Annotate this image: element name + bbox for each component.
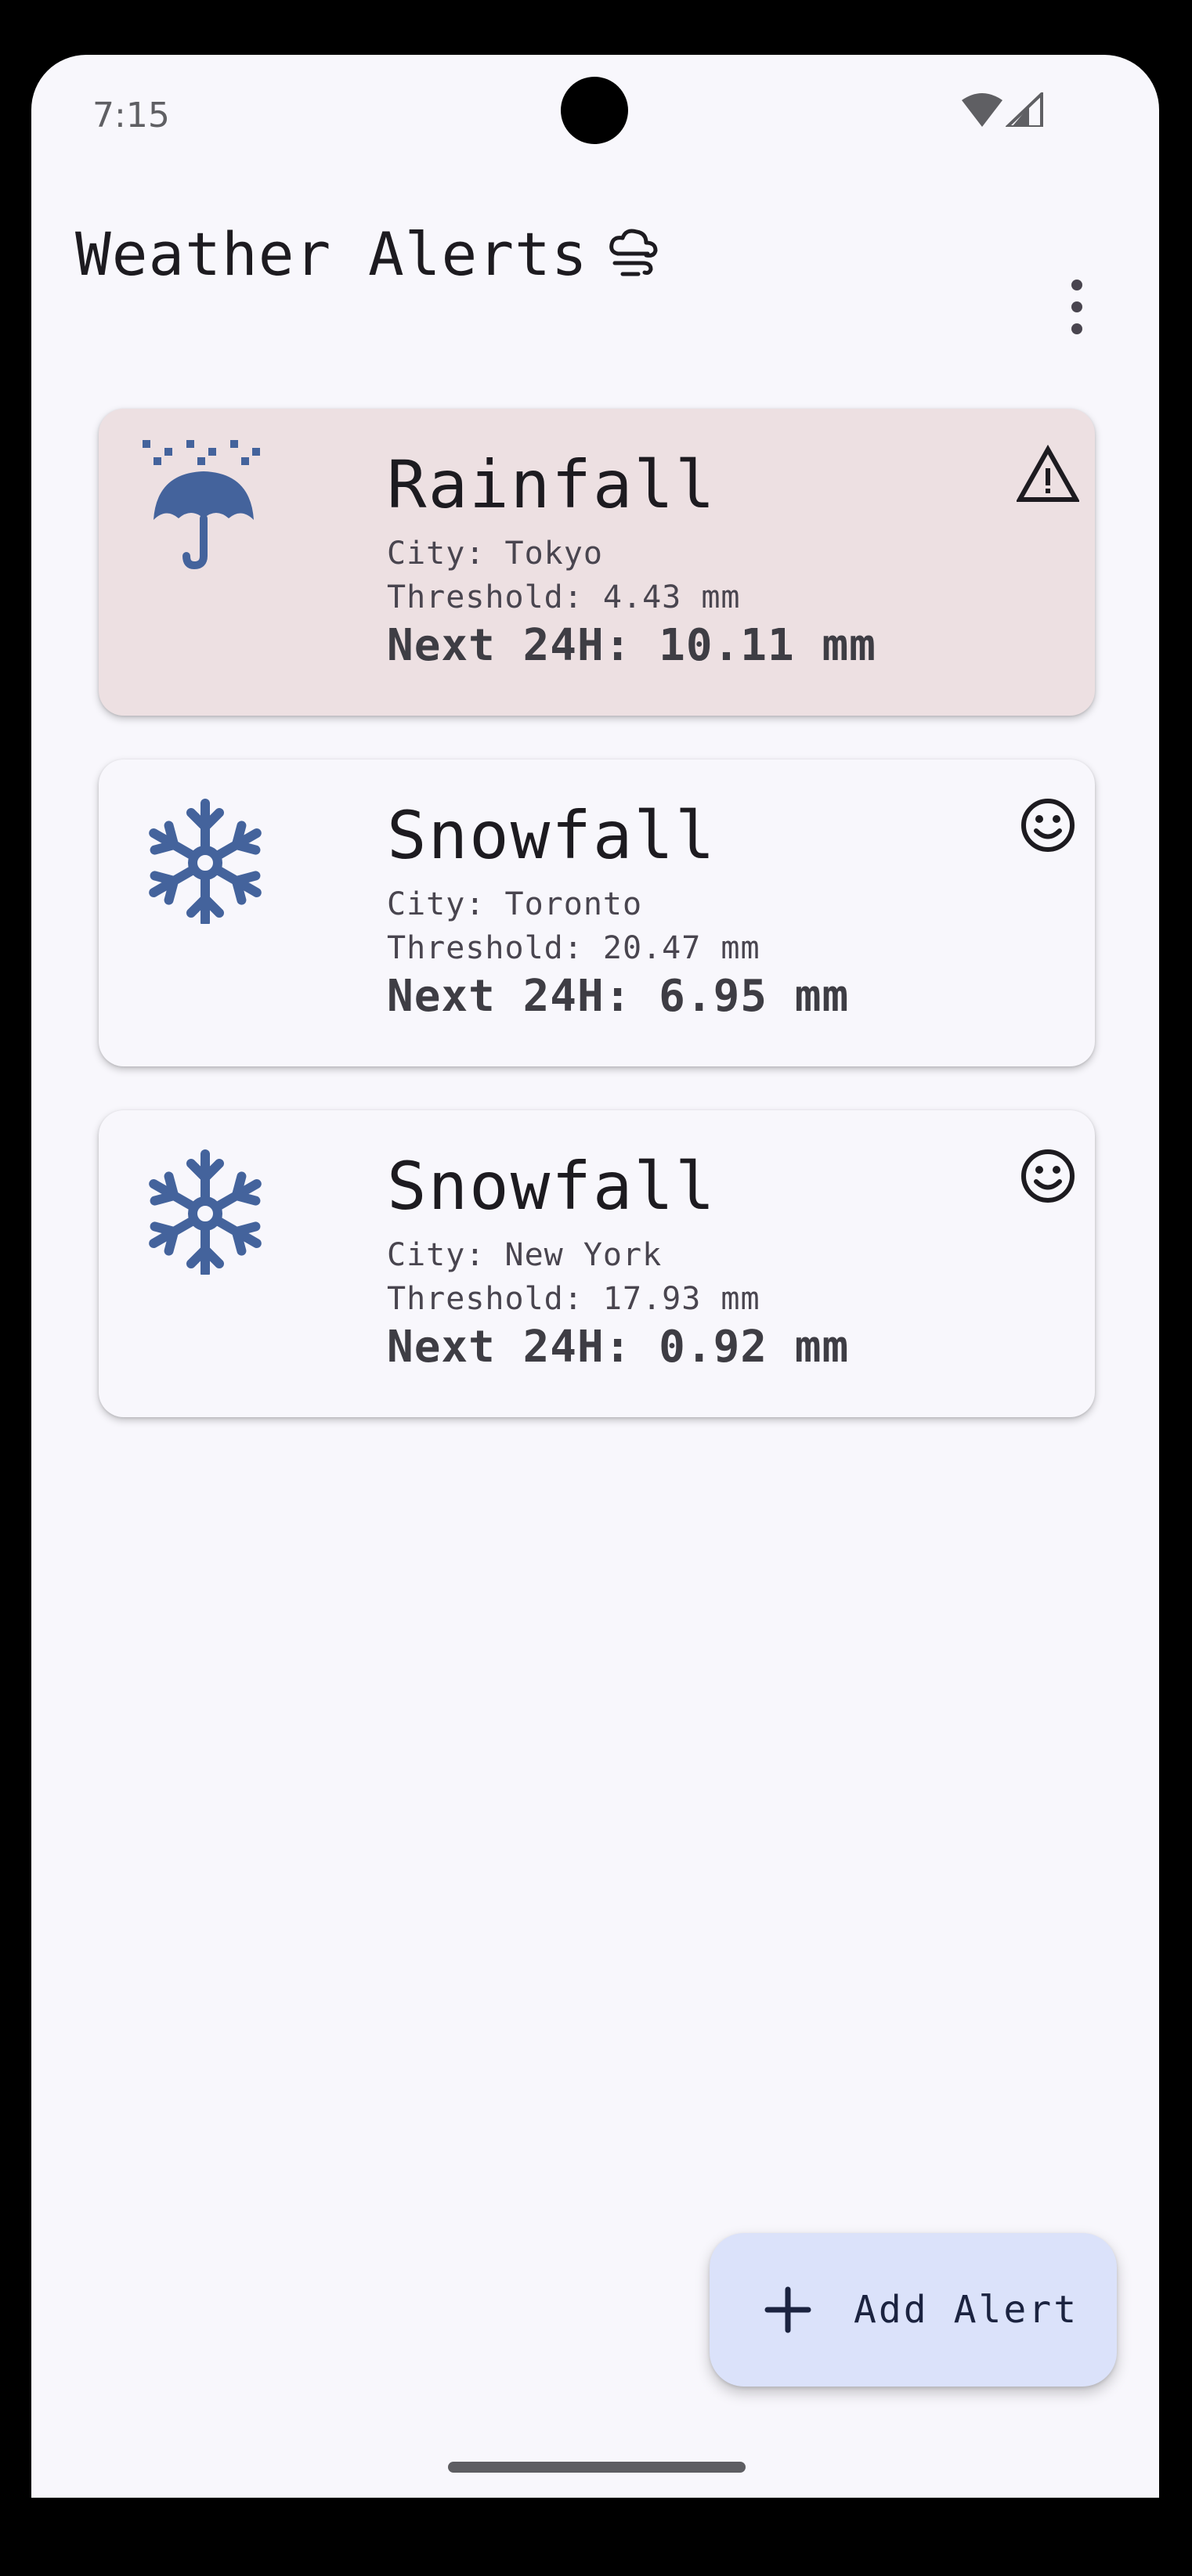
alert-type: Snowfall [387,1148,717,1225]
warning-icon [1017,444,1079,502]
home-indicator[interactable] [448,2462,746,2473]
app-bar-title: Weather Alerts [75,219,663,289]
alert-card-snowfall-new-york[interactable]: Snowfall City: New York Threshold: 17.93… [99,1110,1095,1417]
camera-cutout [561,77,628,144]
add-alert-label: Add Alert [854,2288,1079,2332]
alert-card-rainfall-tokyo[interactable]: Rainfall City: Tokyo Threshold: 4.43 mm … [99,409,1095,716]
device-bottom-notch [501,2498,689,2521]
alert-city: City: Tokyo [387,536,603,572]
page-title: Weather Alerts [75,219,588,289]
smiley-icon [1021,799,1075,852]
plus-icon [764,2286,811,2333]
alert-threshold: Threshold: 20.47 mm [387,930,760,966]
snowflake-icon [149,1149,262,1275]
alert-threshold: Threshold: 17.93 mm [387,1281,760,1317]
smiley-icon [1021,1149,1075,1203]
alert-forecast: Next 24H: 10.11 mm [387,620,876,671]
alert-card-snowfall-toronto[interactable]: Snowfall City: Toronto Threshold: 20.47 … [99,759,1095,1066]
wifi-icon [962,93,1002,127]
snowflake-icon [149,799,262,924]
status-time: 7:15 [92,96,170,135]
status-icons [962,92,1043,127]
signal-icon [1006,92,1043,127]
alert-type: Snowfall [387,797,717,874]
alert-threshold: Threshold: 4.43 mm [387,579,741,615]
alert-type: Rainfall [387,446,717,523]
alert-forecast: Next 24H: 0.92 mm [387,1322,850,1373]
alert-city: City: New York [387,1237,663,1273]
more-vert-icon[interactable] [1057,276,1096,338]
umbrella-rain-icon [143,440,260,570]
add-alert-button[interactable]: Add Alert [710,2233,1117,2387]
alert-forecast: Next 24H: 6.95 mm [387,971,850,1022]
alert-city: City: Toronto [387,886,643,922]
app-screen: 7:15 Weather Alerts Rainfall City: Tokyo… [31,55,1159,2498]
weather-cloud-icon [609,229,658,276]
